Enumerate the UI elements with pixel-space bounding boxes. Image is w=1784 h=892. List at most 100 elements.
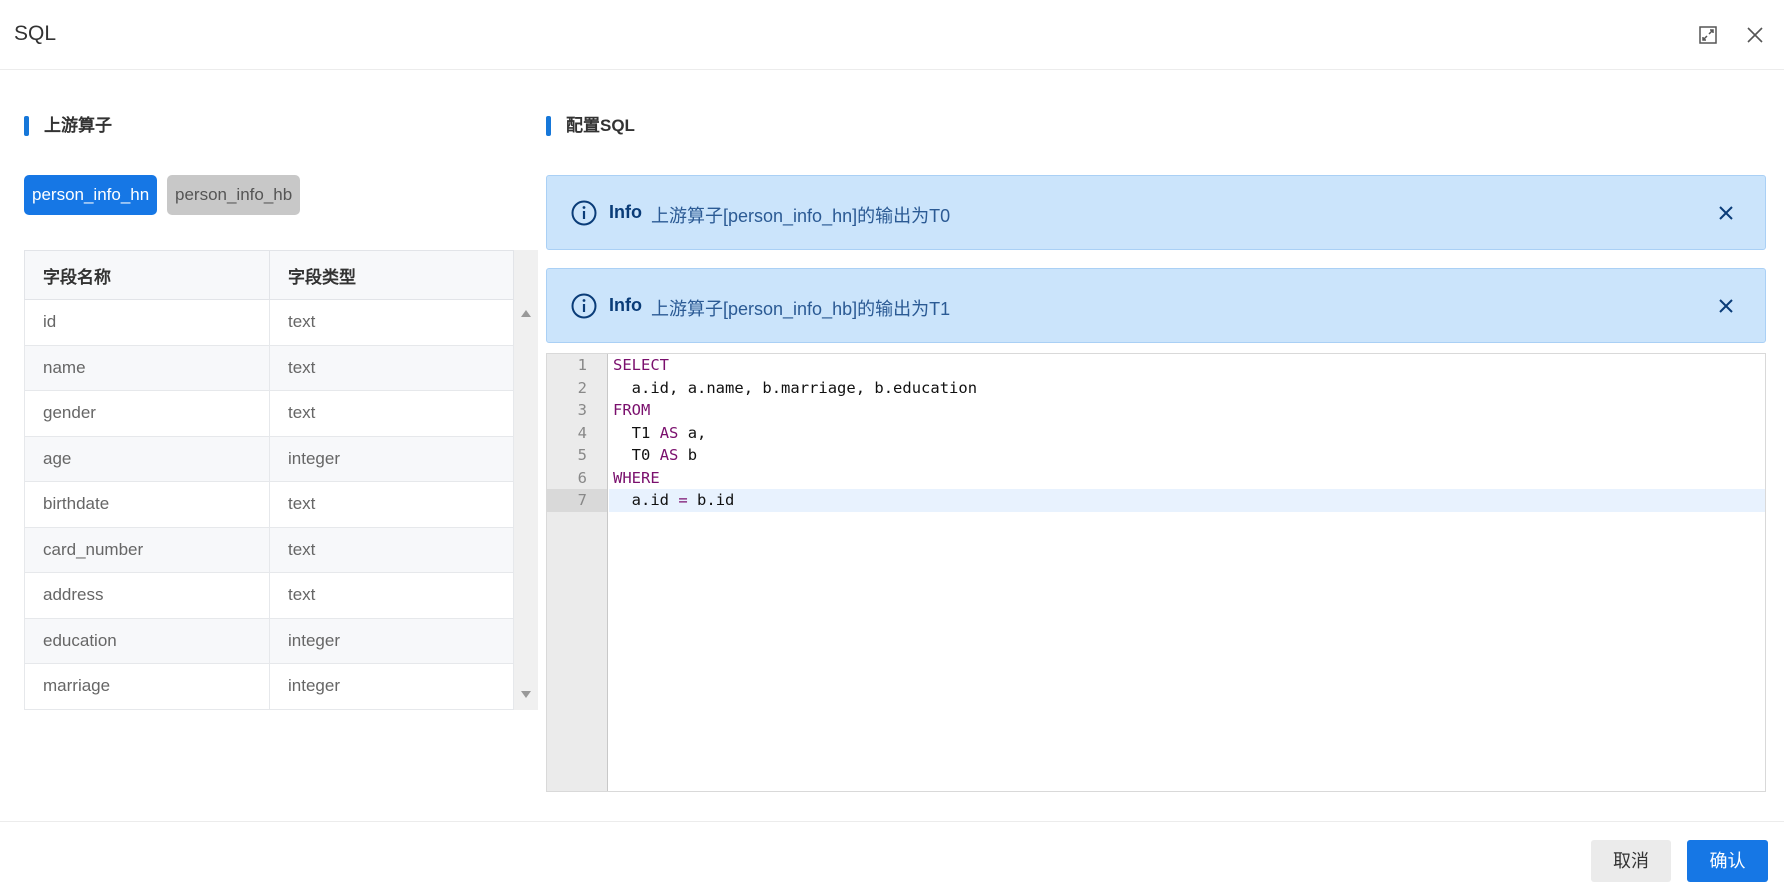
line-number: 3 [577,401,587,419]
sql-token: a.name [687,378,744,397]
sql-token: T1 [631,423,651,442]
field-name-cell: card_number [24,526,270,573]
scroll-up-arrow-icon[interactable] [521,310,531,317]
field-name-cell: id [24,299,270,346]
confirm-button[interactable]: 确认 [1687,840,1768,882]
sql-token: b.id [697,491,735,509]
sql-token: a.id [631,491,669,509]
sql-keyword: FROM [613,401,651,419]
dialog-title: SQL [14,22,57,45]
table-row: gender text [24,390,514,437]
tab-person-info-hb[interactable]: person_info_hb [167,175,301,215]
maximize-icon[interactable] [1697,24,1719,46]
sql-token: , [743,378,754,397]
sql-keyword: WHERE [613,468,660,487]
tab-person-info-hn[interactable]: person_info_hn [24,175,158,215]
info-icon [571,200,597,226]
sql-token: b [687,446,698,464]
sql-token: b.marriage [762,378,856,397]
field-name-cell: age [24,435,270,482]
code-line[interactable]: SELECT [609,354,1765,377]
code-line[interactable]: T0 AS b [609,444,1765,467]
table-row: education integer [24,617,514,664]
line-number: 5 [577,446,587,464]
sql-token: , [669,378,679,397]
alert-message: 上游算子[person_info_hn]的输出为T0 [651,206,951,226]
table-header-row: 字段名称 字段类型 [24,250,514,300]
close-icon[interactable] [1715,295,1737,317]
code-line[interactable]: a.id = b.id [609,489,1765,512]
dialog-header: SQL [0,0,1784,70]
field-type-cell: text [269,481,514,528]
table-row: name text [24,344,514,391]
scroll-down-arrow-icon[interactable] [521,691,531,698]
table-row: age integer [24,435,514,482]
sql-editor[interactable]: 1 2 3 4 5 6 7 SELECT a.id, a.name, b.marriage,… [546,353,1766,792]
line-number: 2 [577,378,587,397]
close-icon[interactable] [1715,202,1737,224]
fields-table-container: 字段名称 字段类型 id text name text gender text age… [24,250,539,710]
sql-keyword: SELECT [613,356,669,374]
sql-keyword: AS [659,423,679,442]
line-number-gutter: 1 2 3 4 5 6 7 [547,354,608,791]
field-type-cell: integer [269,663,514,710]
sql-token: T0 [631,446,651,464]
alert-label: Info [609,295,642,315]
code-line[interactable]: a.id, a.name, b.marriage, b.education [609,377,1765,400]
close-icon[interactable] [1744,24,1766,46]
table-row: id text [24,299,514,346]
table-row: birthdate text [24,481,514,528]
cancel-button[interactable]: 取消 [1591,840,1671,882]
line-number: 6 [577,468,587,487]
field-name-cell: gender [24,390,270,437]
fields-table: 字段名称 字段类型 id text name text gender text age… [24,250,514,710]
field-type-cell: text [269,572,514,619]
sql-keyword: = [678,491,688,509]
alert-message: 上游算子[person_info_hb]的输出为T1 [651,299,951,319]
sql-token: b.education [874,378,978,397]
table-scrollbar[interactable] [514,250,538,710]
sql-token: a.id [631,378,669,397]
sql-token: , [697,423,707,442]
field-name-cell: education [24,617,270,664]
sql-token: , [855,378,866,397]
table-row: address text [24,572,514,619]
sql-keyword: AS [659,446,679,464]
line-number: 7 [577,491,587,509]
upstream-section-title: 上游算子 [24,114,112,138]
field-name-cell: name [24,344,270,391]
column-header-field-type: 字段类型 [269,250,514,300]
info-icon [571,293,597,319]
field-type-cell: integer [269,435,514,482]
field-type-cell: text [269,344,514,391]
info-alert-t1: Info 上游算子[person_info_hb]的输出为T1 [546,268,1766,343]
field-name-cell: address [24,572,270,619]
field-name-cell: marriage [24,663,270,710]
code-line[interactable]: WHERE [609,467,1765,490]
field-name-cell: birthdate [24,481,270,528]
info-alert-t0: Info 上游算子[person_info_hn]的输出为T0 [546,175,1766,250]
sql-token: a [687,423,698,442]
line-number: 4 [577,423,587,442]
field-type-cell: integer [269,617,514,664]
code-line[interactable]: T1 AS a, [609,422,1765,445]
line-number: 1 [577,356,587,374]
table-row: card_number text [24,526,514,573]
alert-label: Info [609,202,642,222]
code-line[interactable]: FROM [609,399,1765,422]
sql-section-title: 配置SQL [546,114,635,138]
dialog-footer [0,821,1784,892]
